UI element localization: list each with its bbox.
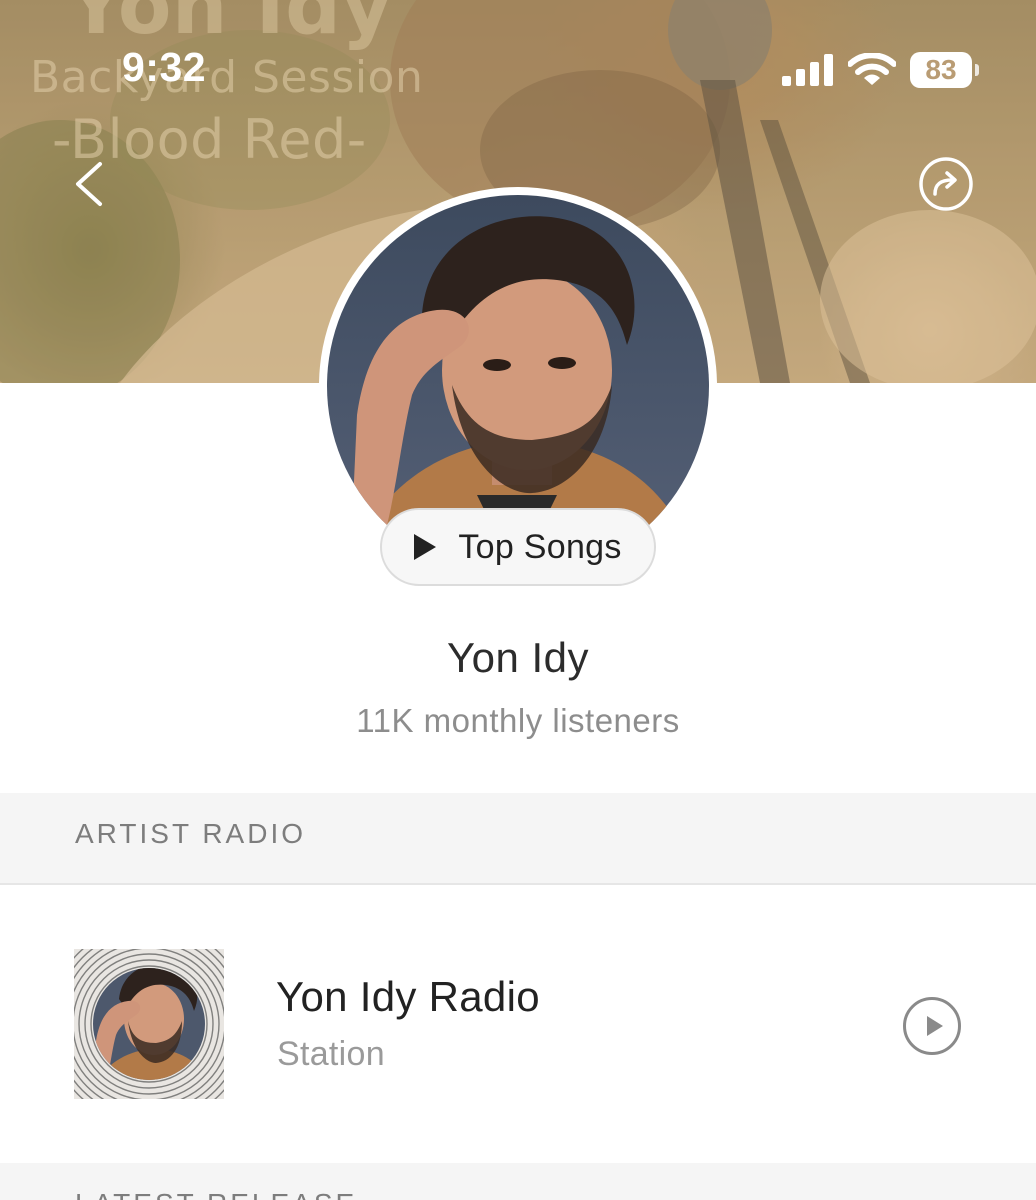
- radio-play-button[interactable]: [903, 997, 961, 1055]
- radio-artwork: [74, 949, 224, 1099]
- radio-subtitle: Station: [277, 1035, 385, 1073]
- status-icons: 83: [782, 48, 979, 92]
- status-time: 9:32: [122, 44, 207, 90]
- top-songs-button[interactable]: Top Songs: [380, 508, 656, 586]
- play-circle-icon: [926, 1016, 943, 1036]
- cellular-signal-icon: [782, 54, 833, 86]
- radio-title: Yon Idy Radio: [276, 973, 540, 1020]
- share-arrow-icon: [919, 157, 973, 211]
- back-button[interactable]: [68, 158, 112, 210]
- monthly-listeners: 11K monthly listeners: [356, 702, 680, 739]
- play-icon: [414, 534, 437, 560]
- share-button[interactable]: [918, 156, 974, 212]
- artist-radio-section-header: ARTIST RADIO: [0, 793, 1036, 885]
- wifi-icon: [848, 53, 896, 85]
- battery-indicator: 83: [910, 52, 979, 88]
- banner-title-text: Yon Idy: [68, 0, 393, 52]
- artist-name: Yon Idy: [446, 634, 590, 681]
- battery-level: 83: [925, 54, 957, 85]
- radio-thumbnail: [74, 949, 224, 1099]
- chevron-left-icon: [76, 162, 102, 206]
- section-title: ARTIST RADIO: [75, 818, 307, 849]
- top-songs-label: Top Songs: [458, 527, 622, 566]
- latest-release-section-header: LATEST RELEASE: [0, 1163, 1036, 1200]
- artist-radio-row[interactable]: Yon Idy Radio Station: [0, 887, 1036, 1162]
- section-title-latest: LATEST RELEASE: [75, 1188, 357, 1200]
- banner-subtitle-text: Backyard Session: [30, 52, 424, 103]
